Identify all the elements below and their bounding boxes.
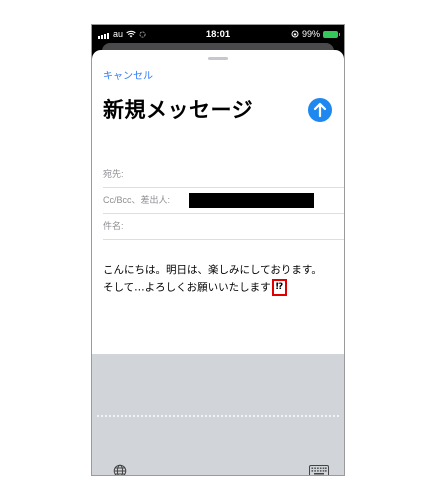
body-line-2-text: そして…よろしくお願いいたします [103, 281, 271, 294]
battery-icon [323, 30, 340, 38]
cancel-button[interactable]: キャンセル [103, 67, 153, 82]
page-title: 新規メッセージ [103, 98, 254, 122]
subject-field[interactable]: 件名: [103, 213, 344, 240]
subject-label: 件名: [103, 221, 124, 231]
body-line-1: こんにちは。明日は、楽しみにしております。 [103, 264, 322, 276]
highlighted-emoji: ⁉ [271, 279, 288, 296]
send-button[interactable] [308, 98, 332, 122]
dictation-waveform [96, 415, 340, 417]
arrow-up-icon [313, 102, 327, 118]
body-line-2: そして…よろしくお願いいたします ⁉ [103, 279, 339, 297]
compose-sheet: キャンセル 新規メッセージ 宛先: Cc/Bcc、差出人: 件名: こんにちは。… [92, 50, 344, 475]
battery-percent: 99% [301, 29, 320, 39]
redacted-sender [189, 193, 314, 208]
phone-screen: au 18:01 99% キャンセル 新規メッセージ 宛先: Cc/Bcc、差出… [91, 24, 345, 476]
keyboard-area [92, 354, 344, 475]
cc-bcc-from-field[interactable]: Cc/Bcc、差出人: [103, 187, 344, 214]
status-bar: au 18:01 99% [92, 25, 344, 45]
to-label: 宛先: [103, 169, 124, 179]
message-body[interactable]: こんにちは。明日は、楽しみにしております。 そして…よろしくお願いいたします ⁉ [103, 262, 339, 297]
keyboard-icon[interactable] [309, 465, 329, 475]
orientation-lock-icon [291, 30, 299, 38]
to-field[interactable]: 宛先: [103, 161, 344, 188]
cc-bcc-from-label: Cc/Bcc、差出人: [103, 195, 171, 205]
globe-icon[interactable] [113, 464, 127, 475]
status-right: 99% [291, 29, 340, 39]
sheet-grabber[interactable] [208, 57, 228, 60]
